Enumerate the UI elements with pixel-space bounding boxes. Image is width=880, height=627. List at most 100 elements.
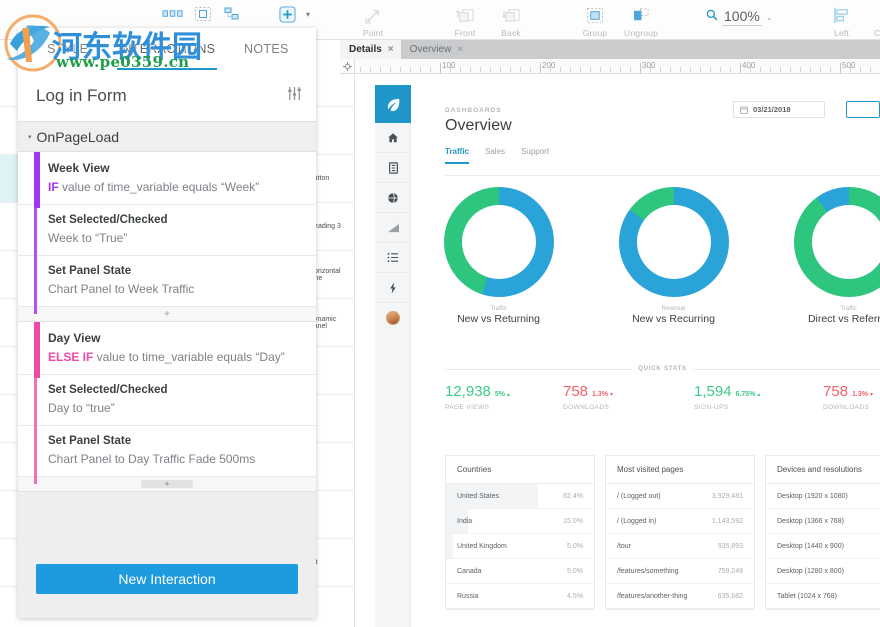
toolbar-front[interactable]: Front [442, 0, 488, 38]
date-action-button[interactable] [846, 101, 880, 118]
table-row[interactable]: /features/another-thing 635,682 [606, 584, 754, 609]
table-row[interactable]: /features/something 759,249 [606, 559, 754, 584]
new-interaction-button[interactable]: New Interaction [36, 564, 298, 594]
toolbar-align-left[interactable]: Left [819, 0, 865, 38]
close-icon[interactable]: × [457, 44, 463, 55]
action-set-panel-state[interactable]: Set Panel State Chart Panel to Week Traf… [18, 256, 316, 307]
toolbar-group[interactable]: Group [572, 0, 618, 38]
sliders-icon[interactable] [287, 86, 302, 106]
add-label: + [164, 308, 170, 320]
case-week-view: Week View IF value of time_variable equa… [18, 152, 316, 322]
toolbar-align-center[interactable]: Center [865, 0, 880, 38]
toolbar-ungroup[interactable]: Ungroup [618, 0, 664, 38]
dashboard-header: DASHBOARDS Overview Traffic Sales Suppor… [411, 85, 880, 164]
panel-tab-bar: STYLE INTERACTIONS NOTES [18, 28, 316, 70]
stat-value: 1,594 [694, 383, 732, 400]
add-icon[interactable] [274, 3, 300, 25]
list-icon[interactable] [375, 153, 411, 183]
tab-style[interactable]: STYLE [18, 42, 117, 56]
design-canvas[interactable]: DASHBOARDS Overview Traffic Sales Suppor… [355, 74, 880, 627]
ruler-origin-icon[interactable] [340, 59, 355, 74]
distribute-icon[interactable] [160, 3, 186, 25]
row-value: 4.5% [567, 592, 583, 600]
toolbar-point[interactable]: Point [350, 0, 396, 38]
table-row[interactable]: Desktop (1280 x 800) [766, 559, 880, 584]
case-list: Week View IF value of time_variable equa… [18, 152, 316, 492]
app-window: Button Heading 3 Horizontal Line Dynamic… [0, 0, 880, 627]
toolbar-align-h-group: Left Center Right [819, 0, 880, 38]
donut-chart-direct: Traffic Direct vs Referral [761, 187, 880, 325]
case-condition-row[interactable]: Week View IF value of time_variable equa… [18, 152, 316, 205]
action-set-selected-checked[interactable]: Set Selected/Checked Week to “True” [18, 205, 316, 256]
date-picker[interactable]: 03/21/2018 [733, 101, 825, 118]
tab-support[interactable]: Support [521, 147, 549, 164]
home-icon[interactable] [375, 123, 411, 153]
tab-sales[interactable]: Sales [485, 147, 505, 164]
panel-widget-header: Log in Form [18, 70, 316, 122]
zoom-control[interactable]: 100% ⌄ [706, 0, 773, 26]
add-action-button[interactable]: + [18, 307, 316, 322]
donut-title: New vs Recurring [632, 313, 715, 325]
action-detail: Day to “true” [48, 401, 115, 415]
row-label: Desktop (1920 x 1080) [777, 492, 848, 500]
globe-icon[interactable] [375, 183, 411, 213]
donut-chart-traffic: Traffic New vs Returning [411, 187, 586, 325]
tab-overview[interactable]: Overview × [400, 40, 471, 59]
tab-notes[interactable]: NOTES [217, 42, 316, 56]
stat-pct: 5% [494, 391, 506, 398]
table-row[interactable]: United Kingdom 5.0% [446, 534, 594, 559]
tab-traffic[interactable]: Traffic [445, 147, 470, 164]
action-set-selected-checked[interactable]: Set Selected/Checked Day to “true” [18, 375, 316, 426]
leaf-logo-icon[interactable] [375, 85, 411, 123]
toolbar-left-group: ▾ [0, 0, 310, 25]
close-icon[interactable]: × [388, 44, 394, 55]
case-condition-row[interactable]: Day View ELSE IF value to time_variable … [18, 322, 316, 375]
row-label: India [457, 517, 473, 525]
stat-downloads-1: 758 1.3% ▾ DOWNLOADS [563, 383, 613, 411]
table-row[interactable]: / (Logged out) 3,929,481 [606, 484, 754, 509]
horizontal-ruler[interactable]: 0100200300400500600 [340, 59, 880, 74]
table-row[interactable]: Tablet (1024 x 768) [766, 584, 880, 609]
stat-value: 12,938 [445, 383, 491, 400]
trend-up-icon: ▴ [757, 392, 761, 398]
dashboard-tabs: Traffic Sales Support [445, 147, 880, 164]
row-label: / (Logged in) [617, 517, 657, 525]
stat-value: 758 [823, 383, 849, 400]
stat-pct: 1.3% [592, 391, 608, 398]
add-case-button[interactable]: + [18, 477, 316, 492]
menu-icon[interactable] [375, 243, 411, 273]
toolbar-back[interactable]: Back [488, 0, 534, 38]
divider [445, 175, 880, 176]
table-row[interactable]: Desktop (1440 x 900) [766, 534, 880, 559]
donut-graphic [618, 187, 729, 297]
condition-keyword: IF [48, 180, 59, 194]
card-most-visited-pages: Most visited pages / (Logged out) 3,929,4… [605, 455, 755, 610]
bring-front-icon [455, 4, 475, 26]
table-row[interactable]: Desktop (1920 x 1080) [766, 484, 880, 509]
stat-pct: 1.3% [852, 391, 868, 398]
selection-icon[interactable] [190, 3, 216, 25]
table-row[interactable]: / (Logged in) 1,143,592 [606, 509, 754, 534]
action-set-panel-state[interactable]: Set Panel State Chart Panel to Day Traff… [18, 426, 316, 477]
tab-details[interactable]: Details × [340, 40, 401, 59]
caret-down-icon[interactable]: ▾ [28, 133, 32, 141]
chevron-down-icon[interactable]: ⌄ [766, 13, 773, 22]
stat-caption: DOWNLOADS [823, 404, 870, 411]
donut-title: New vs Returning [457, 313, 540, 325]
chevron-down-icon[interactable]: ▾ [306, 10, 310, 19]
tab-interactions[interactable]: INTERACTIONS [117, 42, 216, 56]
chart-icon[interactable] [375, 213, 411, 243]
event-header-onpageload[interactable]: ▾ OnPageLoad [18, 122, 316, 152]
divider [445, 368, 633, 370]
table-row[interactable]: India 15.0% [446, 509, 594, 534]
table-row[interactable]: United States 62.4% [446, 484, 594, 509]
avatar[interactable] [375, 303, 411, 333]
date-value: 03/21/2018 [753, 105, 791, 114]
table-row[interactable]: /tour 935,893 [606, 534, 754, 559]
table-row[interactable]: Canada 5.0% [446, 559, 594, 584]
bolt-icon[interactable] [375, 273, 411, 303]
hierarchy-icon[interactable] [220, 3, 246, 25]
row-label: /tour [617, 542, 632, 550]
table-row[interactable]: Desktop (1366 x 768) [766, 509, 880, 534]
table-row[interactable]: Russia 4.5% [446, 584, 594, 609]
